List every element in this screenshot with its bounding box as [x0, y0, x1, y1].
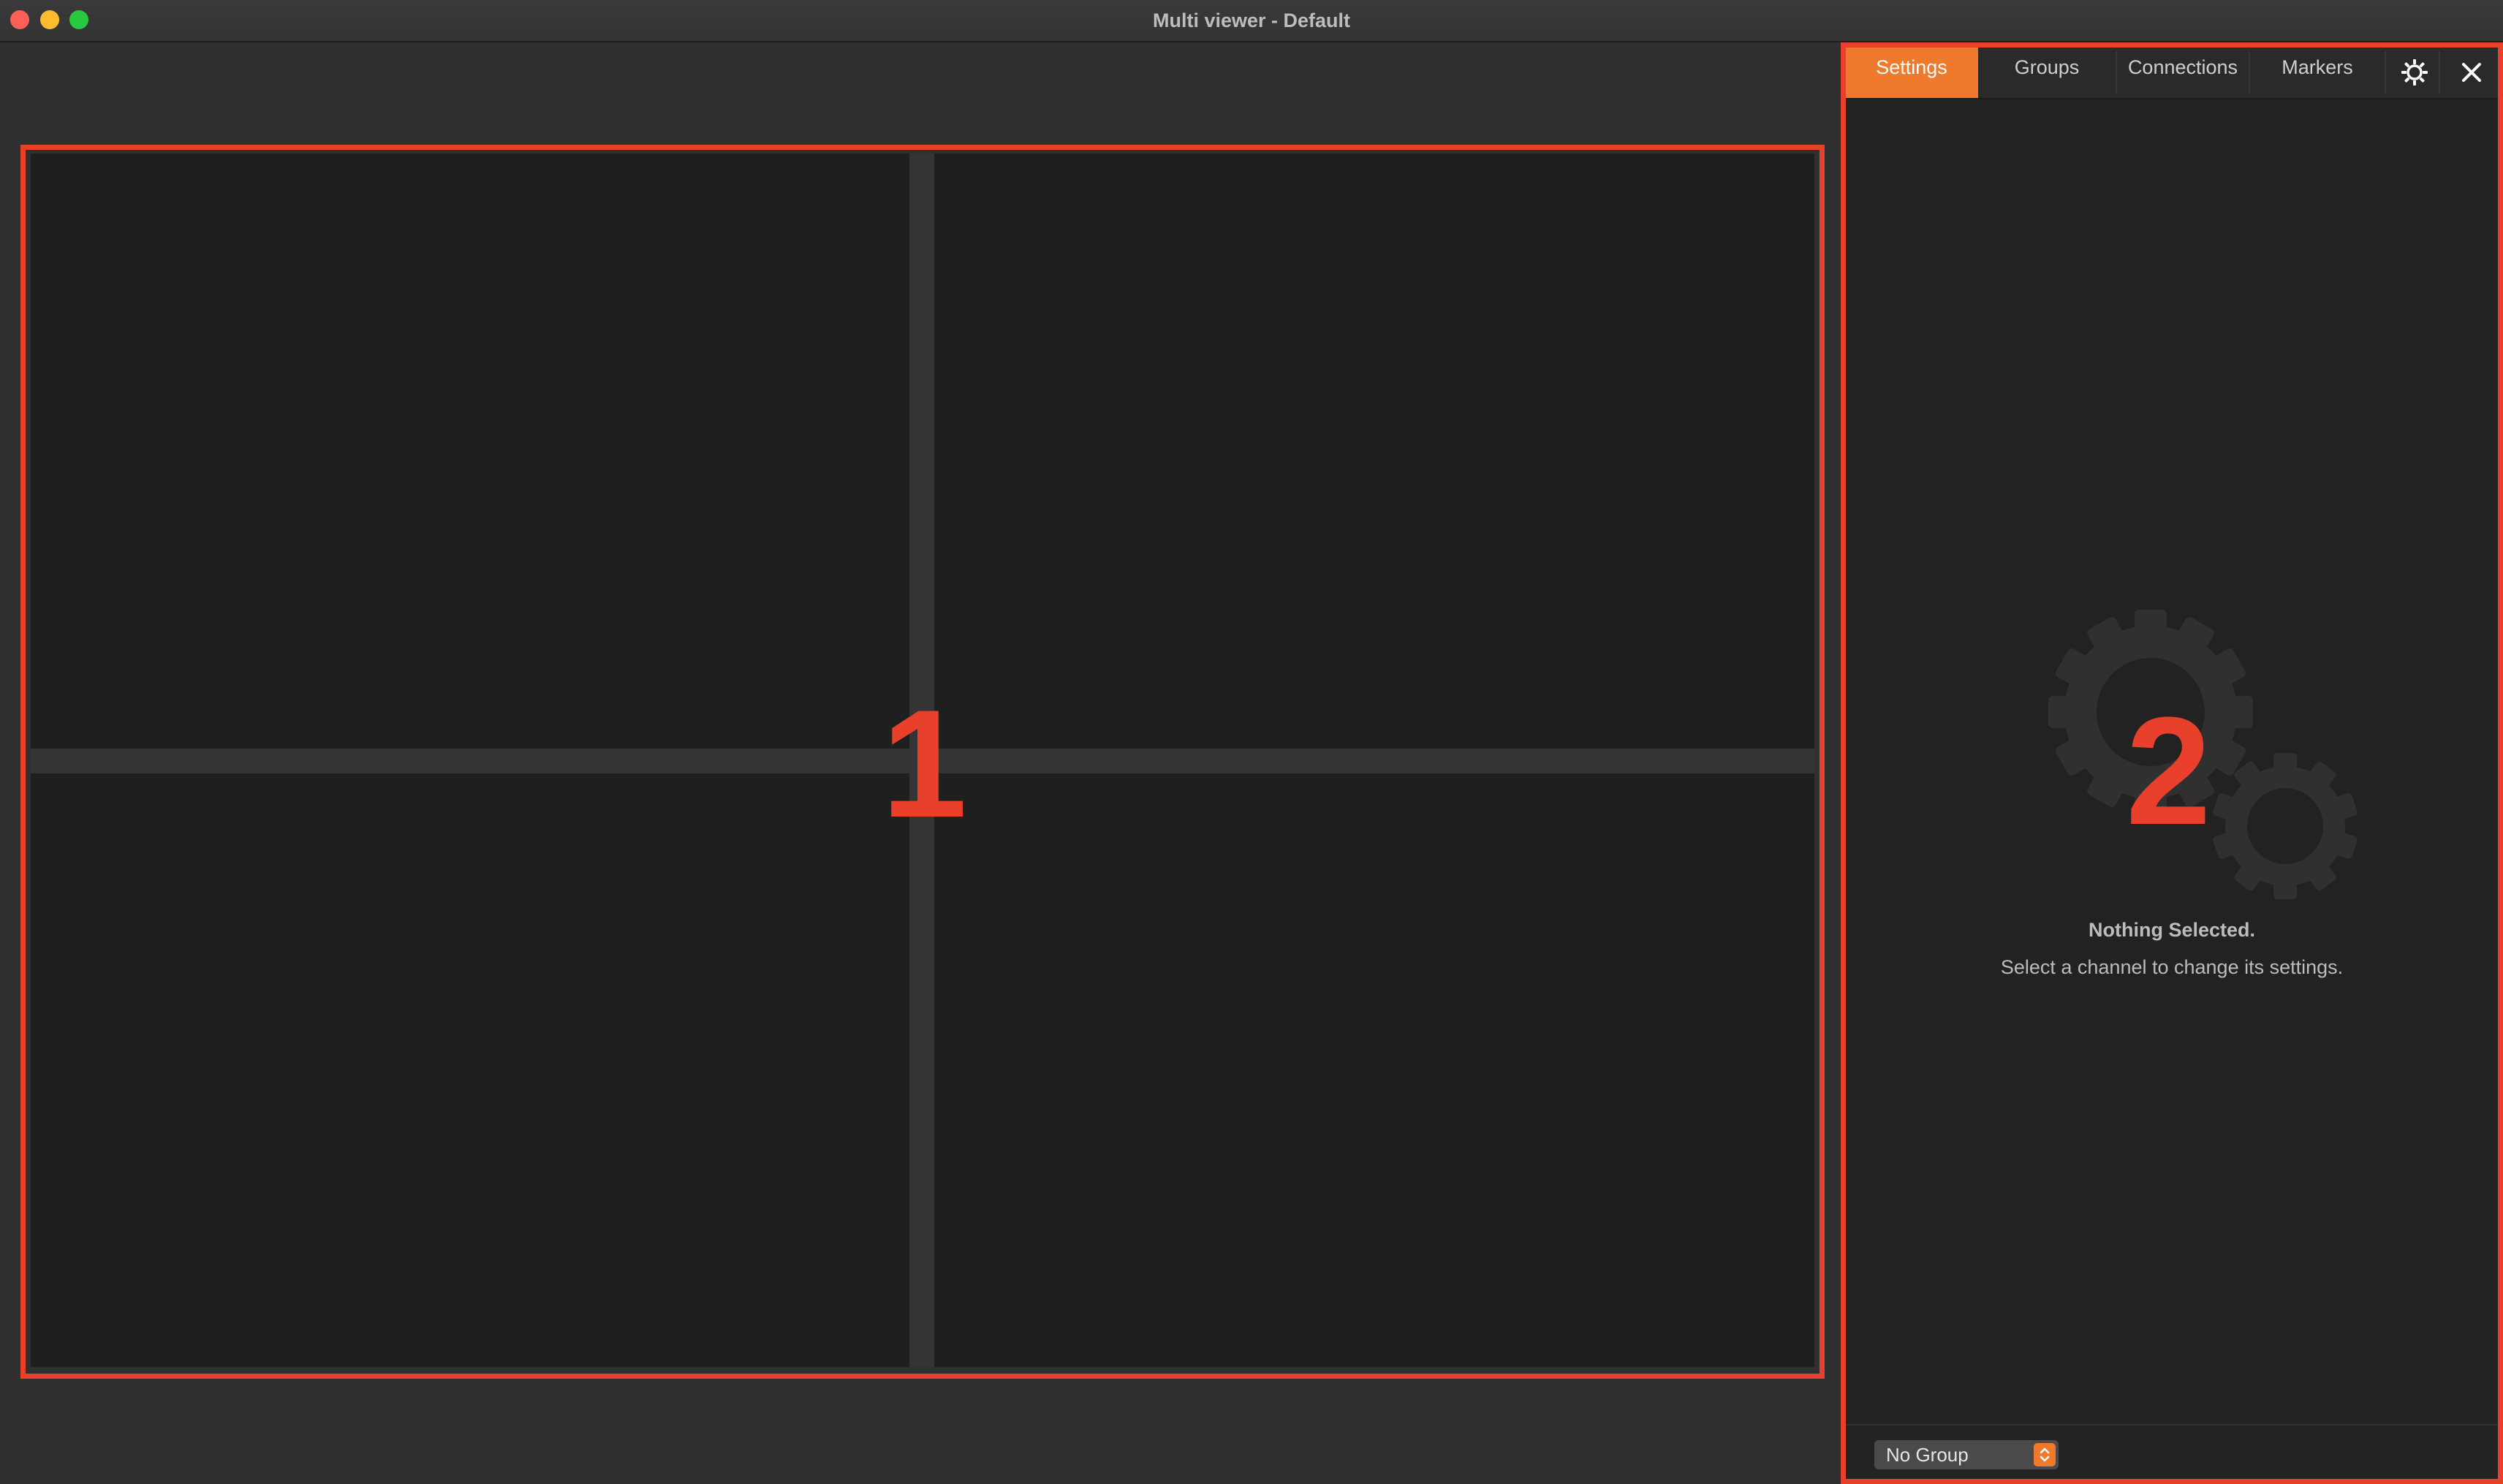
window-title: Multi viewer - Default: [1152, 10, 1351, 31]
app-window: Multi viewer - Default Settings Groups C…: [0, 0, 2503, 1484]
callout-number-viewer: 1: [882, 678, 967, 849]
title-bar: Multi viewer - Default: [0, 0, 2503, 42]
callout-number-panel: 2: [2126, 685, 2211, 857]
